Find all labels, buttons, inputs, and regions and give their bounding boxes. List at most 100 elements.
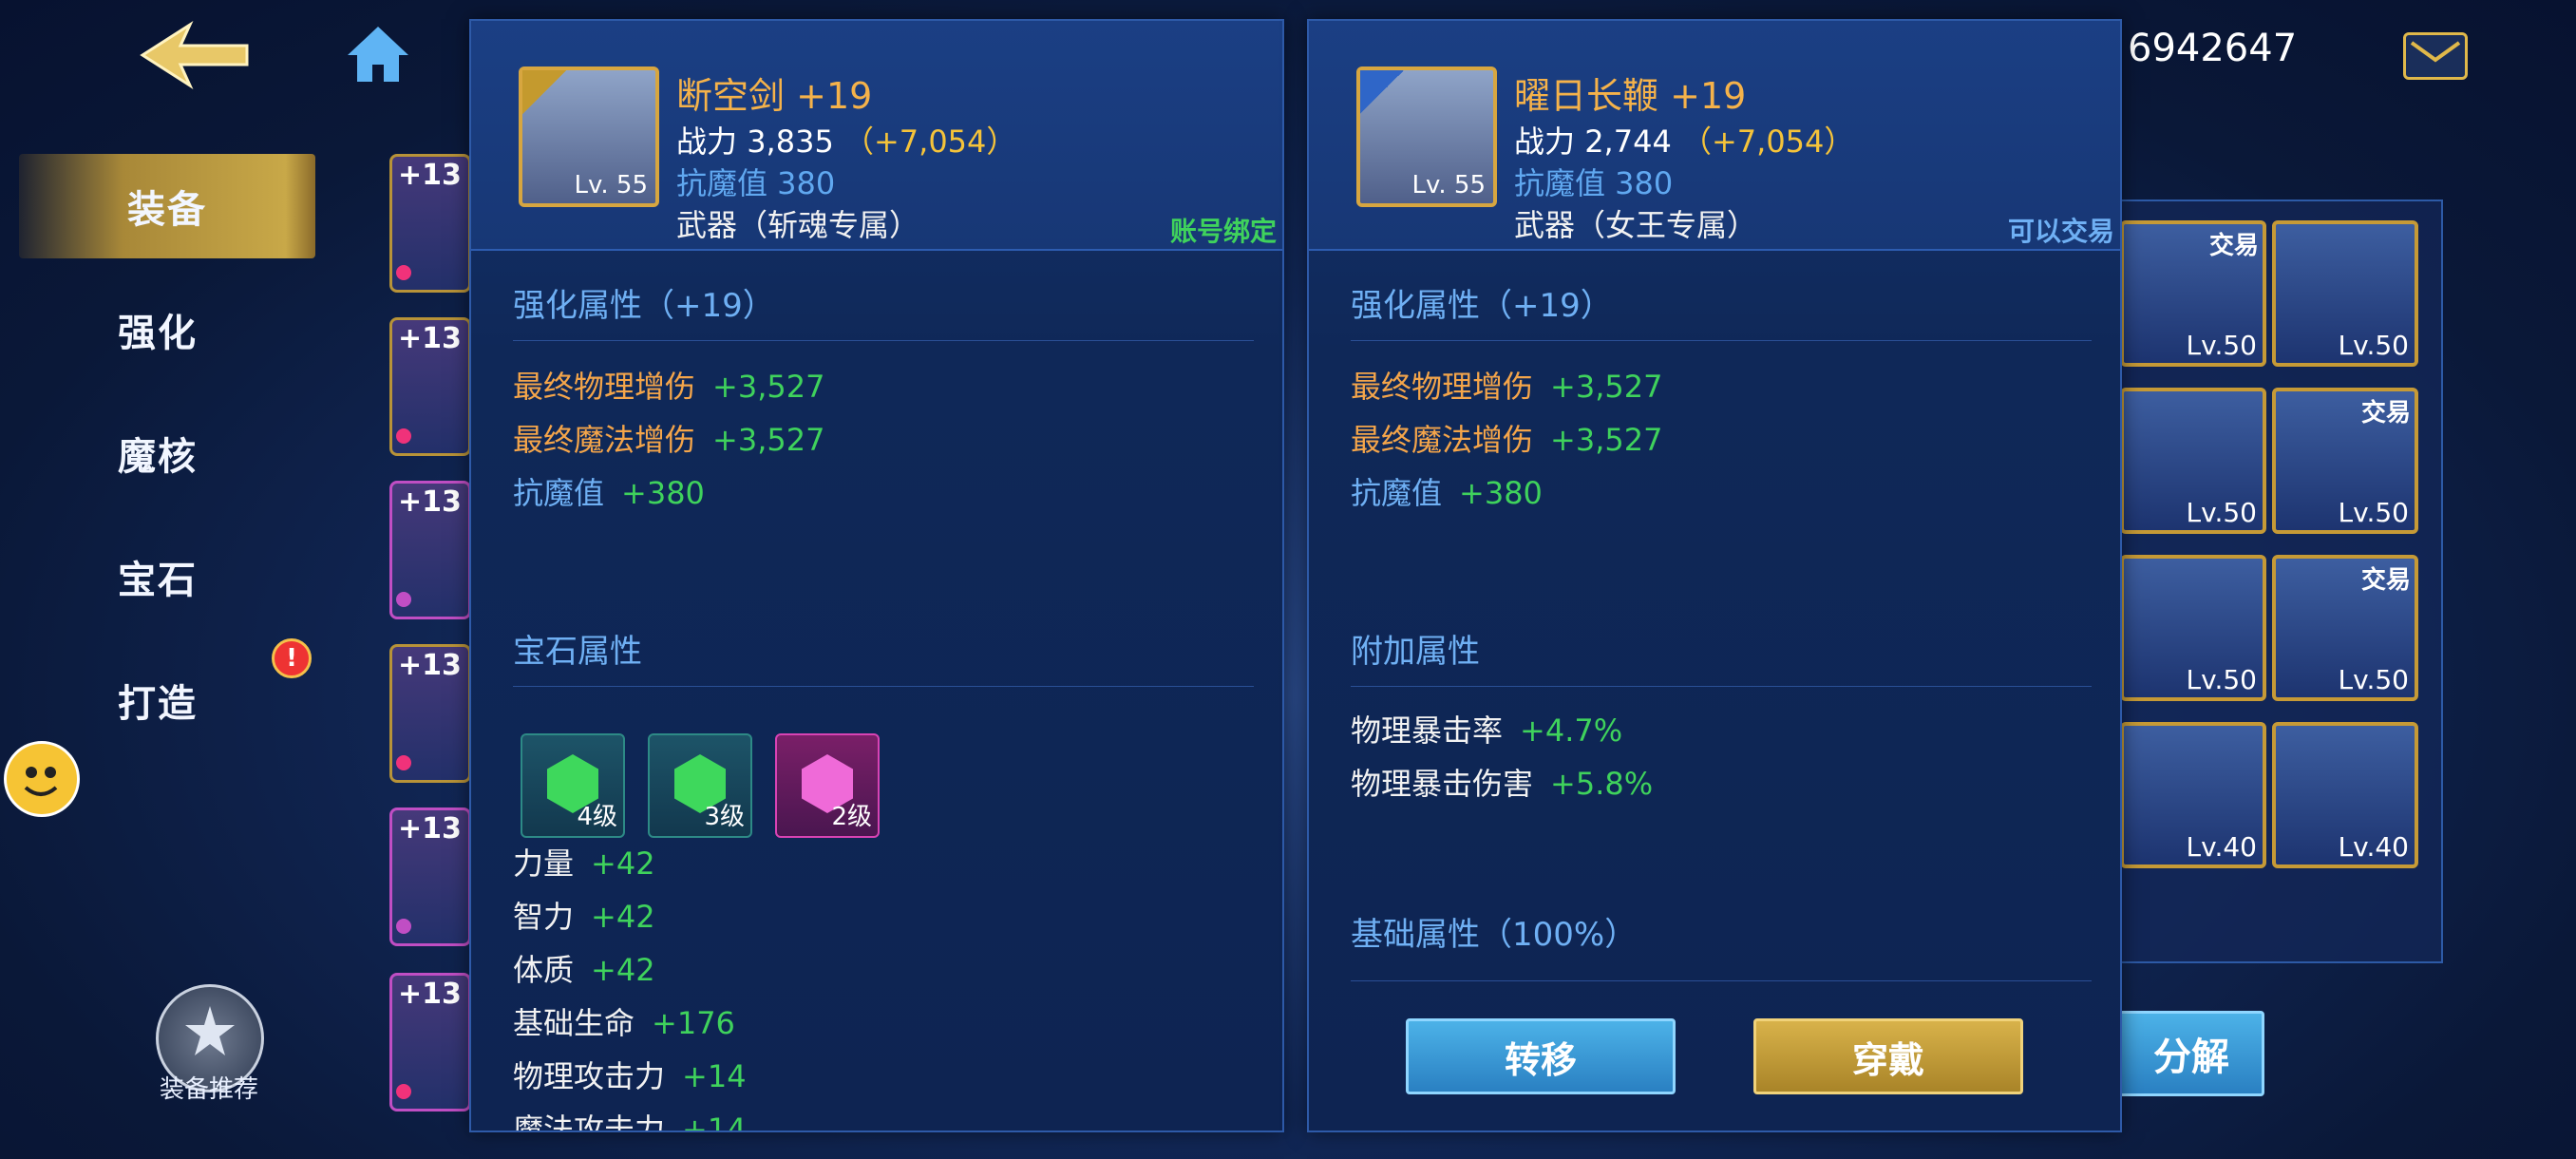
nav-item-enhance[interactable]: 强化 bbox=[0, 277, 315, 382]
stat-name: 物理暴击伤害 bbox=[1351, 766, 1534, 802]
divider bbox=[1351, 686, 2092, 687]
equip-slot[interactable]: +13 bbox=[389, 808, 471, 946]
gem-slot[interactable]: 2级 bbox=[775, 733, 880, 838]
slot-enhance-level: +13 bbox=[398, 322, 462, 355]
stat-value: +3,527 bbox=[712, 422, 825, 458]
inventory-item-level: Lv.40 bbox=[2186, 831, 2257, 863]
inventory-item[interactable]: 交易 Lv.50 bbox=[2272, 555, 2418, 701]
binding-status: 账号绑定 bbox=[1169, 216, 1277, 247]
slot-enhance-level: +13 bbox=[398, 978, 462, 1011]
power-value: 3,835 bbox=[747, 124, 834, 160]
stat-value: +42 bbox=[591, 952, 655, 988]
equip-slot[interactable]: +13 bbox=[389, 481, 471, 619]
equip-slot[interactable]: +13 bbox=[389, 154, 471, 293]
stat-name: 最终魔法增伤 bbox=[1351, 422, 1534, 458]
nav-item-label: 强化 bbox=[118, 312, 198, 355]
equip-slot[interactable]: +13 bbox=[389, 317, 471, 456]
emoji-chat-icon[interactable] bbox=[4, 741, 80, 817]
stat-row: 基础生命 +176 bbox=[513, 999, 735, 1043]
sword-icon: Lv. 55 bbox=[519, 66, 659, 207]
wear-button[interactable]: 穿戴 bbox=[1753, 1018, 2023, 1094]
stat-value: +14 bbox=[682, 1112, 747, 1132]
transfer-button[interactable]: 转移 bbox=[1406, 1018, 1676, 1094]
item-type: 武器（斩魂专属） bbox=[676, 207, 920, 243]
item-name-text: 曜日长鞭 bbox=[1514, 75, 1659, 117]
mail-icon[interactable] bbox=[2403, 32, 2468, 80]
power-delta: （+7,054） bbox=[1680, 124, 1855, 160]
home-icon[interactable] bbox=[342, 21, 414, 87]
compare-item-panel: Lv. 55 曜日长鞭 +19 战力 2,744 （+7,054） 抗魔值 38… bbox=[1307, 19, 2122, 1132]
recommend-equipment-label: 装备推荐 bbox=[159, 1075, 258, 1104]
inventory-item-level: Lv.50 bbox=[2338, 664, 2409, 695]
back-icon[interactable] bbox=[133, 17, 256, 93]
currency-value-2: 6942647 bbox=[2128, 27, 2298, 70]
inventory-item-level: Lv.50 bbox=[2186, 497, 2257, 528]
item-level: Lv. 55 bbox=[574, 171, 648, 200]
nav-item-gem[interactable]: 宝石 bbox=[0, 524, 315, 629]
stat-value: +4.7% bbox=[1520, 712, 1623, 749]
decompose-label: 分解 bbox=[2153, 1036, 2229, 1079]
divider bbox=[1351, 980, 2092, 981]
stat-row: 魔法攻击力 +14 bbox=[513, 1106, 747, 1132]
item-header: Lv. 55 曜日长鞭 +19 战力 2,744 （+7,054） 抗魔值 38… bbox=[1309, 21, 2120, 251]
alert-badge: ! bbox=[272, 638, 312, 678]
slot-enhance-level: +13 bbox=[398, 812, 462, 846]
gem-level: 3级 bbox=[704, 803, 745, 831]
slot-enhance-level: +13 bbox=[398, 649, 462, 682]
equip-slot[interactable]: +13 bbox=[389, 644, 471, 783]
inventory-item[interactable]: Lv.50 bbox=[2272, 220, 2418, 367]
stat-value: +176 bbox=[652, 1005, 735, 1041]
item-type: 武器（女王专属） bbox=[1514, 207, 1758, 243]
item-enhance: +19 bbox=[796, 75, 873, 117]
inventory-item[interactable]: Lv.50 bbox=[2120, 555, 2266, 701]
gem-slot[interactable]: 4级 bbox=[521, 733, 625, 838]
item-level: Lv. 55 bbox=[1411, 171, 1486, 200]
owned-tag bbox=[1360, 70, 1404, 114]
stat-value: +3,527 bbox=[712, 369, 825, 405]
inventory-item[interactable]: 交易 Lv.50 bbox=[2120, 220, 2266, 367]
trade-status: 可以交易 bbox=[2007, 216, 2114, 247]
gem-slot[interactable]: 3级 bbox=[648, 733, 752, 838]
decompose-button[interactable]: 分解 bbox=[2118, 1011, 2264, 1096]
stat-row: 力量 +42 bbox=[513, 840, 655, 884]
gem-section-title: 宝石属性 bbox=[513, 633, 642, 671]
stat-value: +14 bbox=[682, 1058, 747, 1094]
stat-row: 抗魔值 +380 bbox=[1351, 469, 1543, 513]
power-label: 战力 bbox=[676, 124, 738, 160]
inventory-item[interactable]: 交易 Lv.50 bbox=[2272, 388, 2418, 534]
stat-value: +380 bbox=[621, 475, 705, 511]
equipped-tag bbox=[522, 70, 566, 114]
base-section-title: 基础属性（100%） bbox=[1351, 916, 1638, 954]
stat-name: 最终魔法增伤 bbox=[513, 422, 696, 458]
stat-name: 抗魔值 bbox=[1351, 475, 1443, 511]
enhance-section-title: 强化属性（+19） bbox=[513, 287, 775, 325]
stat-row: 物理暴击伤害 +5.8% bbox=[1351, 760, 1653, 804]
stat-row: 抗魔值 +380 bbox=[513, 469, 705, 513]
stat-name: 最终物理增伤 bbox=[1351, 369, 1534, 405]
enhance-section-title: 强化属性（+19） bbox=[1351, 287, 1613, 325]
stat-name: 最终物理增伤 bbox=[513, 369, 696, 405]
inventory-item[interactable]: Lv.40 bbox=[2120, 722, 2266, 868]
gem-level: 4级 bbox=[577, 803, 617, 831]
nav-item-core[interactable]: 魔核 bbox=[0, 401, 315, 505]
divider bbox=[513, 686, 1254, 687]
gem-level: 2级 bbox=[831, 803, 872, 831]
item-name: 曜日长鞭 +19 bbox=[1514, 66, 1746, 119]
inventory-item-level: Lv.50 bbox=[2186, 664, 2257, 695]
stat-name: 智力 bbox=[513, 899, 575, 935]
item-power: 战力 3,835 （+7,054） bbox=[676, 118, 1016, 162]
item-name-text: 断空剑 bbox=[676, 75, 786, 117]
divider bbox=[1351, 340, 2092, 341]
trade-label: 交易 bbox=[2360, 399, 2411, 428]
stat-value: +5.8% bbox=[1550, 766, 1654, 802]
nav-item-equipment[interactable]: 装备 bbox=[19, 154, 315, 258]
inventory-item-level: Lv.50 bbox=[2338, 330, 2409, 361]
equip-slot[interactable]: +13 bbox=[389, 973, 471, 1112]
nav-item-craft[interactable]: 打造 bbox=[0, 648, 315, 752]
slot-enhance-level: +13 bbox=[398, 159, 462, 192]
power-delta: （+7,054） bbox=[843, 124, 1017, 160]
item-name: 断空剑 +19 bbox=[676, 66, 872, 119]
inventory-item[interactable]: Lv.50 bbox=[2120, 388, 2266, 534]
transfer-label: 转移 bbox=[1504, 1038, 1577, 1081]
inventory-item[interactable]: Lv.40 bbox=[2272, 722, 2418, 868]
